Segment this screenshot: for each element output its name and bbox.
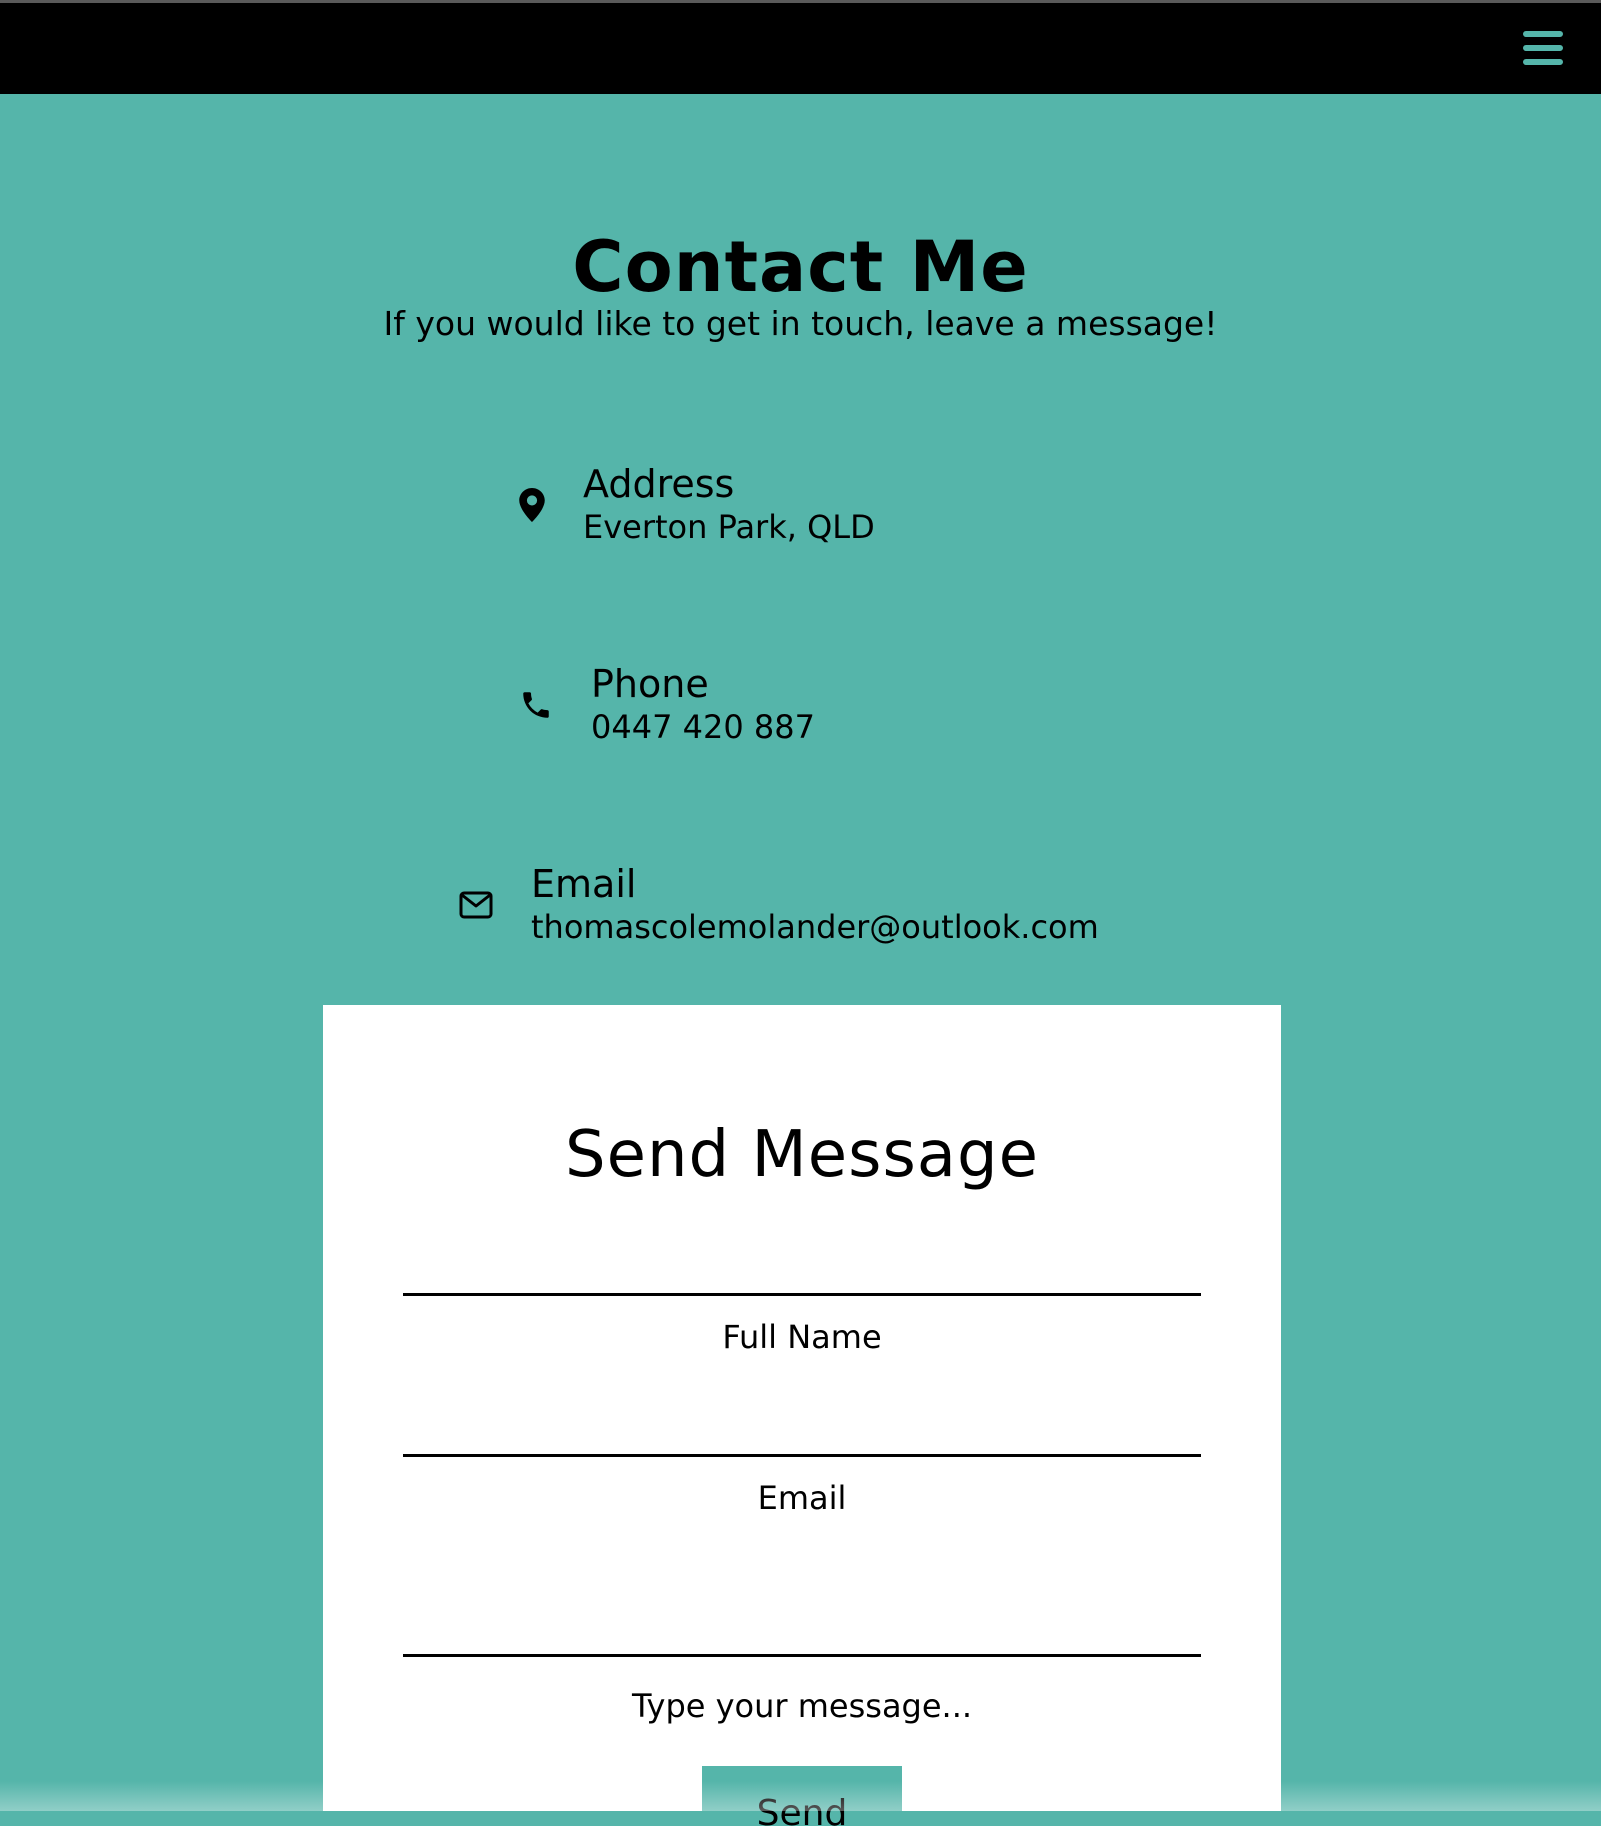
message-label: Type your message... [631,1687,973,1725]
send-message-form: Send Message Full Name Email Type your m… [323,1005,1281,1826]
menu-bar [1523,59,1563,65]
email-input[interactable] [403,1405,1205,1457]
email-label: Email [531,862,637,906]
navbar [0,3,1601,94]
phone-value: 0447 420 887 [591,708,815,746]
email-value[interactable]: thomascolemolander@outlook.com [531,907,1099,947]
full-name-label: Full Name [722,1318,882,1356]
phone-label: Phone [591,662,709,706]
email-underline [403,1454,1201,1457]
map-pin-icon [519,488,545,522]
full-name-underline [403,1293,1201,1296]
menu-bar [1523,31,1563,37]
send-button[interactable]: Send [702,1766,902,1826]
menu-bar [1523,45,1563,51]
message-textarea[interactable] [403,1535,1205,1654]
message-underline [403,1654,1201,1657]
full-name-input[interactable] [403,1245,1205,1297]
form-title: Send Message [564,1118,1040,1192]
page-subtitle: If you would like to get in touch, leave… [383,304,1218,343]
address-label: Address [583,462,735,506]
hamburger-menu-icon[interactable] [1521,31,1565,71]
address-value: Everton Park, QLD [583,508,875,546]
page-title: Contact Me [572,226,1029,308]
email-field-label: Email [757,1479,847,1517]
phone-icon [523,692,549,718]
envelope-icon [459,891,493,919]
